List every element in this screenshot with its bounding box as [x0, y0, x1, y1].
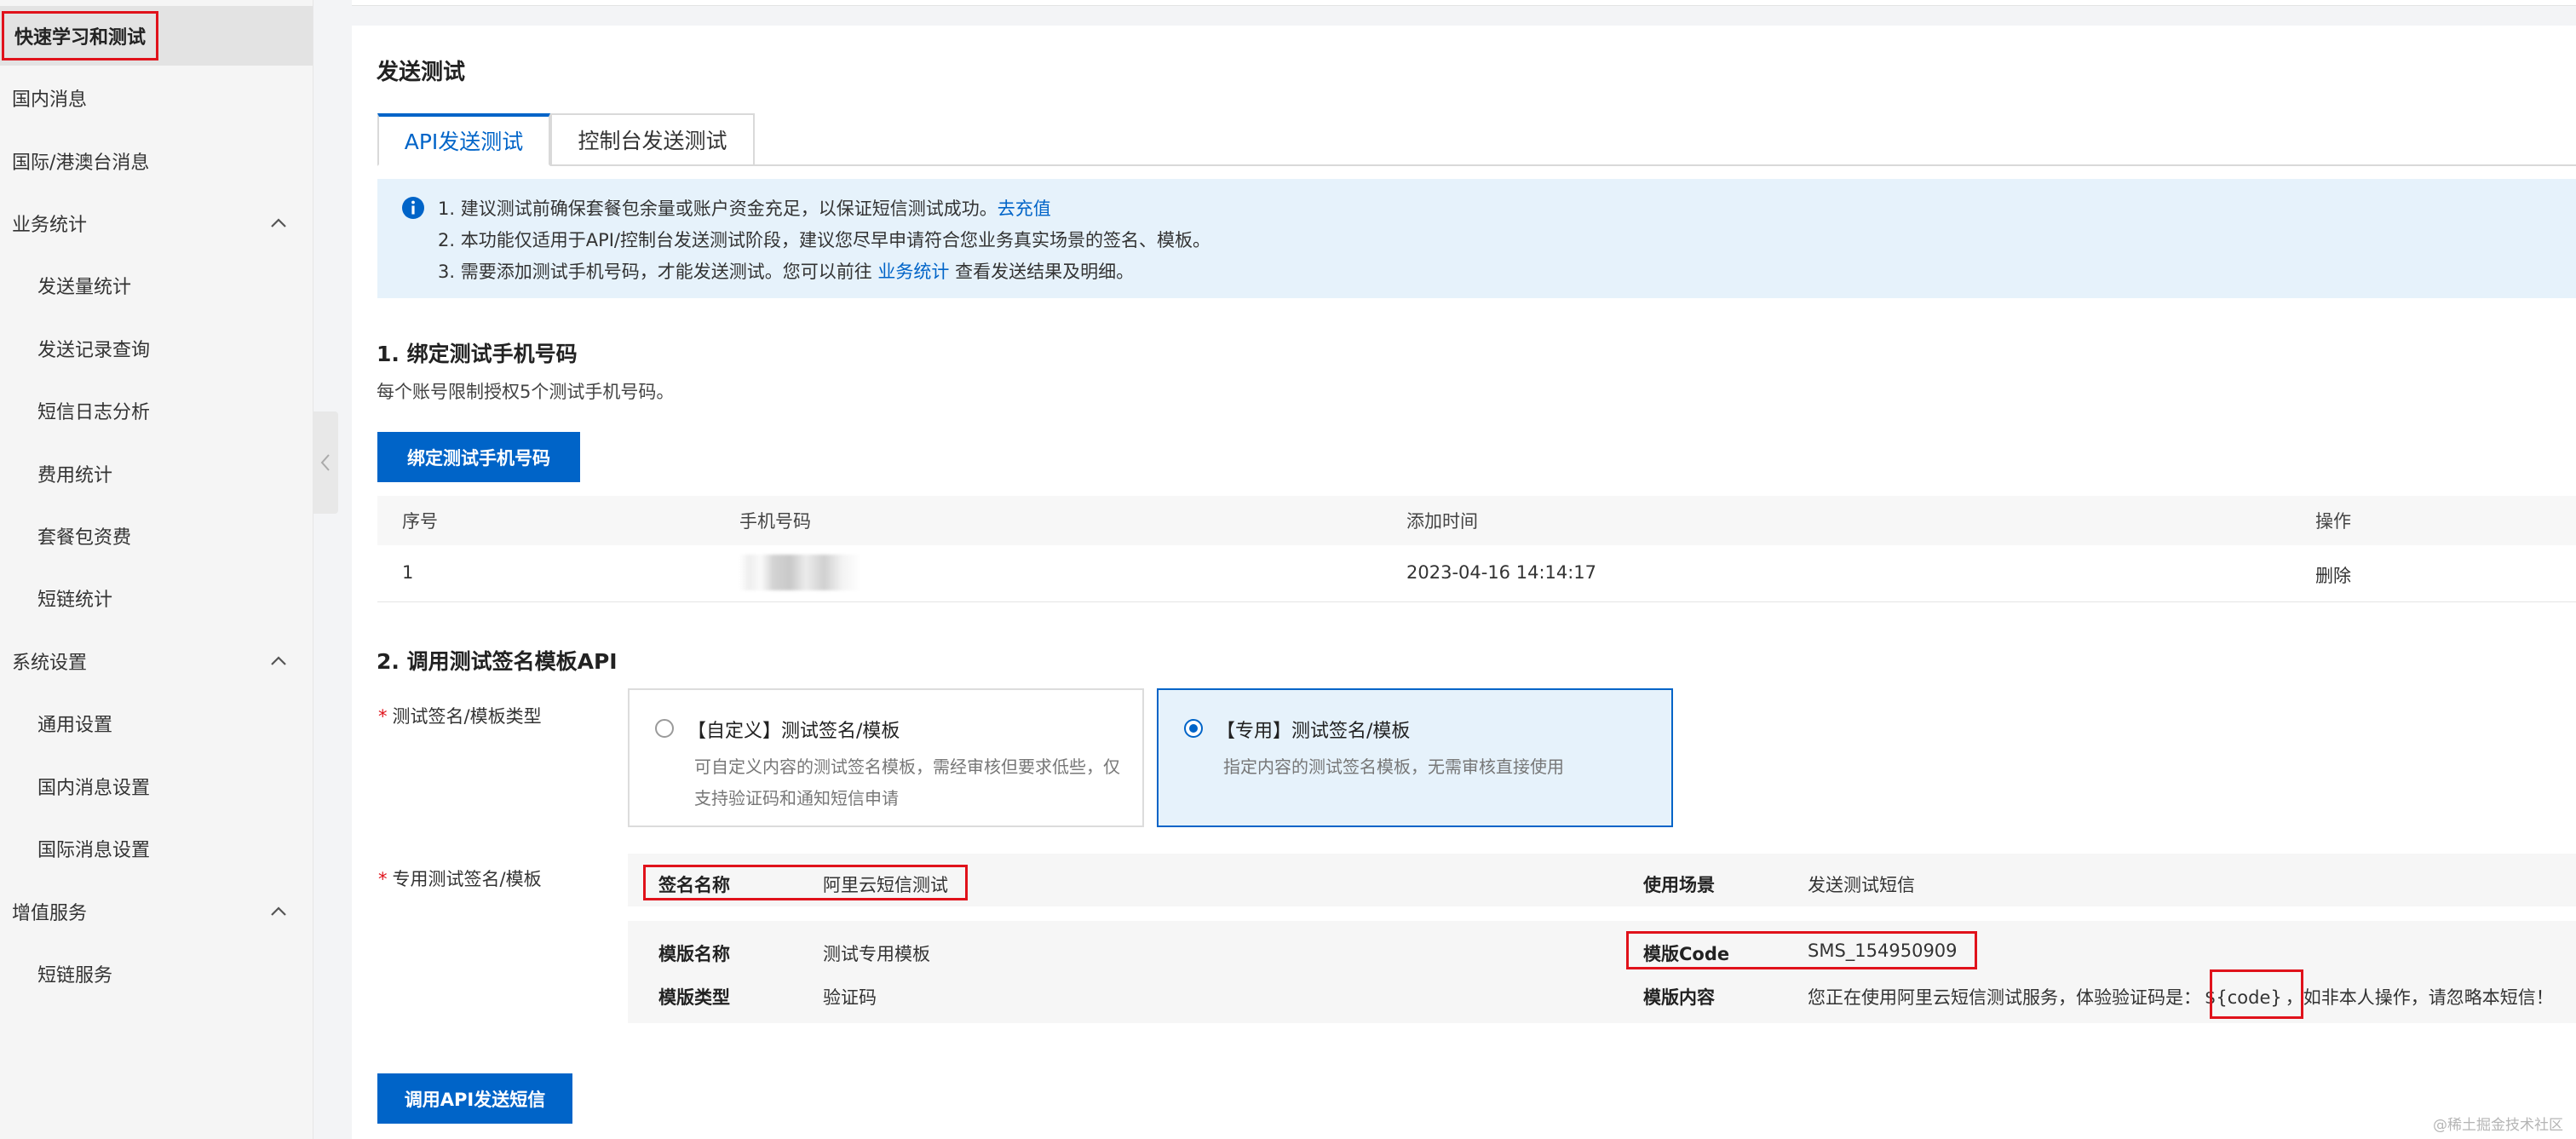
card-desc: 指定内容的测试签名模板，无需审核直接使用 [1223, 756, 1564, 777]
call-api-send-sms-button[interactable]: 调用API发送短信 [377, 1073, 572, 1124]
sidebar-group-system-settings[interactable]: 系统设置 [0, 631, 313, 691]
type-label-text: 测试签名/模板类型 [392, 706, 542, 727]
notice-text: 3. 需要添加测试手机号码，才能发送测试。您可以前往 [438, 262, 878, 282]
sidebar-item-label: 发送记录查询 [37, 340, 151, 361]
sidebar-item-international[interactable]: 国际/港澳台消息 [0, 131, 313, 191]
chevron-up-icon [271, 656, 286, 665]
masked-phone-number [739, 555, 860, 590]
sidebar-item-domestic[interactable]: 国内消息 [0, 68, 313, 128]
radio-button-selected[interactable] [1184, 719, 1203, 738]
sidebar-item-label: 国内消息设置 [37, 778, 151, 799]
template-content-key: 模版内容 [1643, 987, 1715, 1008]
required-mark: * [378, 706, 388, 727]
scene-value: 发送测试短信 [1808, 875, 1915, 895]
radio-button[interactable] [655, 719, 674, 738]
radio-card-custom[interactable]: 【自定义】测试签名/模板 可自定义内容的测试签名模板，需经审核但要求低些，仅支持… [628, 688, 1144, 827]
sidebar-item-label: 短链服务 [37, 965, 113, 987]
card-title: 【自定义】测试签名/模板 [687, 721, 900, 742]
bind-test-phone-button[interactable]: 绑定测试手机号码 [377, 432, 580, 482]
sidebar-collapse-handle[interactable] [313, 411, 338, 514]
highlight-box-template-code [1626, 931, 1977, 969]
template-type-value: 验证码 [823, 987, 877, 1008]
notice-line-3: 3. 需要添加测试手机号码，才能发送测试。您可以前往 业务统计 查看发送结果及明… [438, 258, 1134, 284]
template-content-text: ，如非本人操作，请忽略本短信！ [2285, 987, 2554, 1008]
template-content-value: 您正在使用阿里云短信测试服务，体验验证码是： ${code} ，如非本人操作，请忽略… [1808, 984, 2554, 1010]
sidebar-item-sms-log-analysis[interactable]: 短信日志分析 [0, 381, 313, 440]
column-header-action: 操作 [2315, 511, 2351, 532]
sidebar-item-label: 国际消息设置 [37, 840, 151, 861]
sidebar-item-label: 套餐包资费 [37, 527, 132, 549]
delete-link[interactable]: 删除 [2315, 562, 2351, 588]
notice-text: 1. 建议测试前确保套餐包余量或账户资金充足，以保证短信测试成功。 [438, 198, 998, 219]
sidebar-item-label: 短信日志分析 [37, 402, 151, 423]
recharge-link[interactable]: 去充值 [998, 198, 1051, 219]
template-name-value: 测试专用模板 [823, 944, 930, 964]
highlight-box-code-variable [2210, 969, 2303, 1019]
page-title: 发送测试 [377, 60, 466, 85]
sidebar-item-label: 发送量统计 [37, 277, 132, 298]
sidebar-item-domestic-settings[interactable]: 国内消息设置 [0, 756, 313, 816]
template-name-key: 模版名称 [658, 944, 730, 964]
section-1-desc: 每个账号限制授权5个测试手机号码。 [377, 382, 675, 402]
tab-api-send-test[interactable]: API发送测试 [377, 113, 550, 166]
sidebar-item-quick-start[interactable]: 快速学习和测试 [0, 6, 313, 66]
watermark: @稀土掘金技术社区 [2433, 1117, 2563, 1134]
tab-underline [755, 164, 2576, 166]
info-icon [402, 197, 424, 219]
section-1-title: 1. 绑定测试手机号码 [377, 342, 578, 366]
chevron-up-icon [271, 218, 286, 227]
sidebar-item-international-settings[interactable]: 国际消息设置 [0, 819, 313, 878]
card-desc: 可自定义内容的测试签名模板，需经审核但要求低些，仅支持验证码和通知短信申请 [694, 756, 1120, 808]
sidebar: 快速学习和测试 国内消息 国际/港澳台消息 业务统计 发送量统计 发送记录查询 … [0, 0, 313, 1139]
sidebar-item-send-volume[interactable]: 发送量统计 [0, 256, 313, 315]
section-2-title: 2. 调用测试签名模板API [377, 649, 618, 674]
sidebar-group-value-added[interactable]: 增值服务 [0, 882, 313, 941]
sidebar-item-label: 快速学习和测试 [2, 11, 159, 60]
tab-console-send-test[interactable]: 控制台发送测试 [550, 113, 755, 166]
sidebar-group-business-stats[interactable]: 业务统计 [0, 193, 313, 253]
notice-line-2: 2. 本功能仅适用于API/控制台发送测试阶段，建议您尽早申请符合您业务真实场景… [438, 230, 1211, 250]
sidebar-item-label: 国内消息 [12, 89, 88, 111]
sidebar-item-label: 业务统计 [12, 215, 88, 236]
notice-text: 查看发送结果及明细。 [949, 262, 1135, 282]
sidebar-item-label: 国际/港澳台消息 [12, 152, 150, 174]
sidebar-item-package-fees[interactable]: 套餐包资费 [0, 506, 313, 566]
dedicated-label: * 专用测试签名/模板 [378, 866, 542, 891]
type-label: * 测试签名/模板类型 [378, 703, 542, 728]
chevron-up-icon [271, 906, 286, 916]
card-title: 【专用】测试签名/模板 [1216, 721, 1411, 742]
chevron-left-icon [320, 454, 330, 471]
column-header-index: 序号 [402, 511, 438, 532]
column-header-phone: 手机号码 [739, 511, 811, 532]
sidebar-item-short-link-service[interactable]: 短链服务 [0, 944, 313, 1004]
sidebar-item-short-link-stats[interactable]: 短链统计 [0, 568, 313, 628]
highlight-box-sign-name [643, 865, 968, 900]
template-type-key: 模版类型 [658, 987, 730, 1008]
scene-key: 使用场景 [1643, 875, 1715, 895]
sidebar-item-label: 通用设置 [37, 715, 113, 736]
sidebar-item-cost-stats[interactable]: 费用统计 [0, 444, 313, 503]
row-add-time: 2023-04-16 14:14:17 [1406, 562, 1597, 583]
radio-card-dedicated[interactable]: 【专用】测试签名/模板 指定内容的测试签名模板，无需审核直接使用 [1157, 688, 1673, 827]
dedicated-label-text: 专用测试签名/模板 [392, 869, 542, 889]
sidebar-item-general-settings[interactable]: 通用设置 [0, 693, 313, 753]
notice-line-1: 1. 建议测试前确保套餐包余量或账户资金充足，以保证短信测试成功。去充值 [438, 195, 1051, 221]
sidebar-item-label: 系统设置 [12, 653, 88, 674]
sidebar-item-label: 费用统计 [37, 465, 113, 486]
row-index: 1 [402, 562, 414, 583]
sidebar-item-label: 短链统计 [37, 590, 113, 611]
top-strip [352, 0, 2576, 6]
column-header-time: 添加时间 [1406, 511, 1478, 532]
template-content-text: 您正在使用阿里云短信测试服务，体验验证码是： [1808, 987, 2201, 1008]
sidebar-item-send-records[interactable]: 发送记录查询 [0, 319, 313, 378]
business-stats-link[interactable]: 业务统计 [877, 262, 949, 282]
required-mark: * [378, 869, 388, 889]
sidebar-item-label: 增值服务 [12, 903, 88, 924]
